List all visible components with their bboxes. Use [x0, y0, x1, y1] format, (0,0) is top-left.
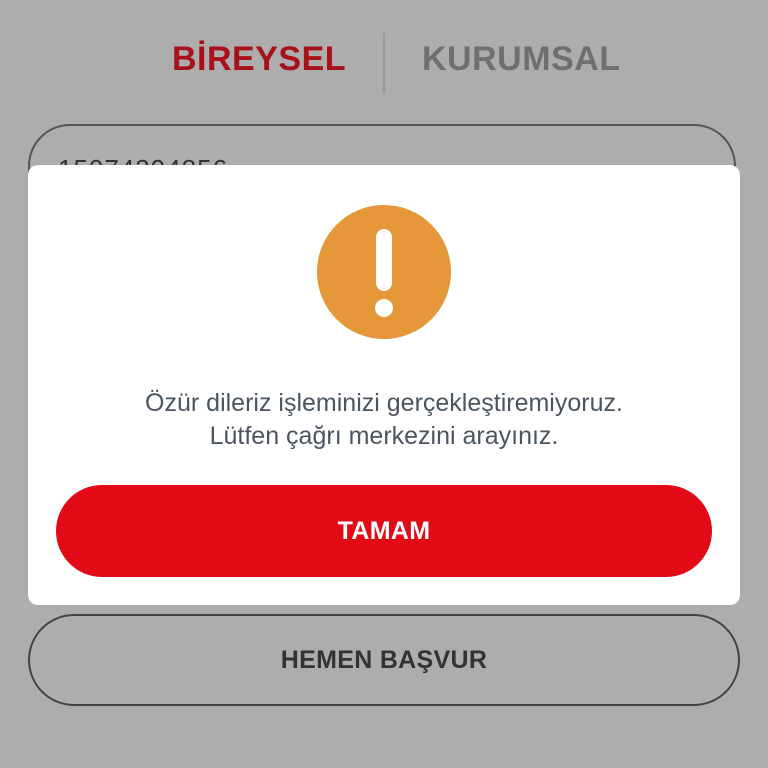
error-message-line1: Özür dileriz işleminizi gerçekleştiremiy… — [145, 389, 623, 417]
tab-divider — [383, 33, 385, 93]
error-message-line2: Lütfen çağrı merkezini arayınız. — [209, 422, 559, 450]
exclamation-bar — [376, 229, 392, 291]
ok-button[interactable]: TAMAM — [56, 485, 712, 577]
error-dialog: Özür dileriz işleminizi gerçekleştiremiy… — [28, 165, 740, 605]
tab-corporate[interactable]: KURUMSAL — [422, 40, 621, 79]
exclamation-dot — [375, 299, 393, 317]
segment-tabs: BİREYSEL KURUMSAL — [0, 0, 768, 125]
tab-individual[interactable]: BİREYSEL — [172, 40, 346, 79]
error-message: Özür dileriz işleminizi gerçekleştiremiy… — [28, 387, 740, 453]
apply-now-button[interactable]: HEMEN BAŞVUR — [28, 614, 740, 706]
warning-icon — [317, 205, 451, 339]
